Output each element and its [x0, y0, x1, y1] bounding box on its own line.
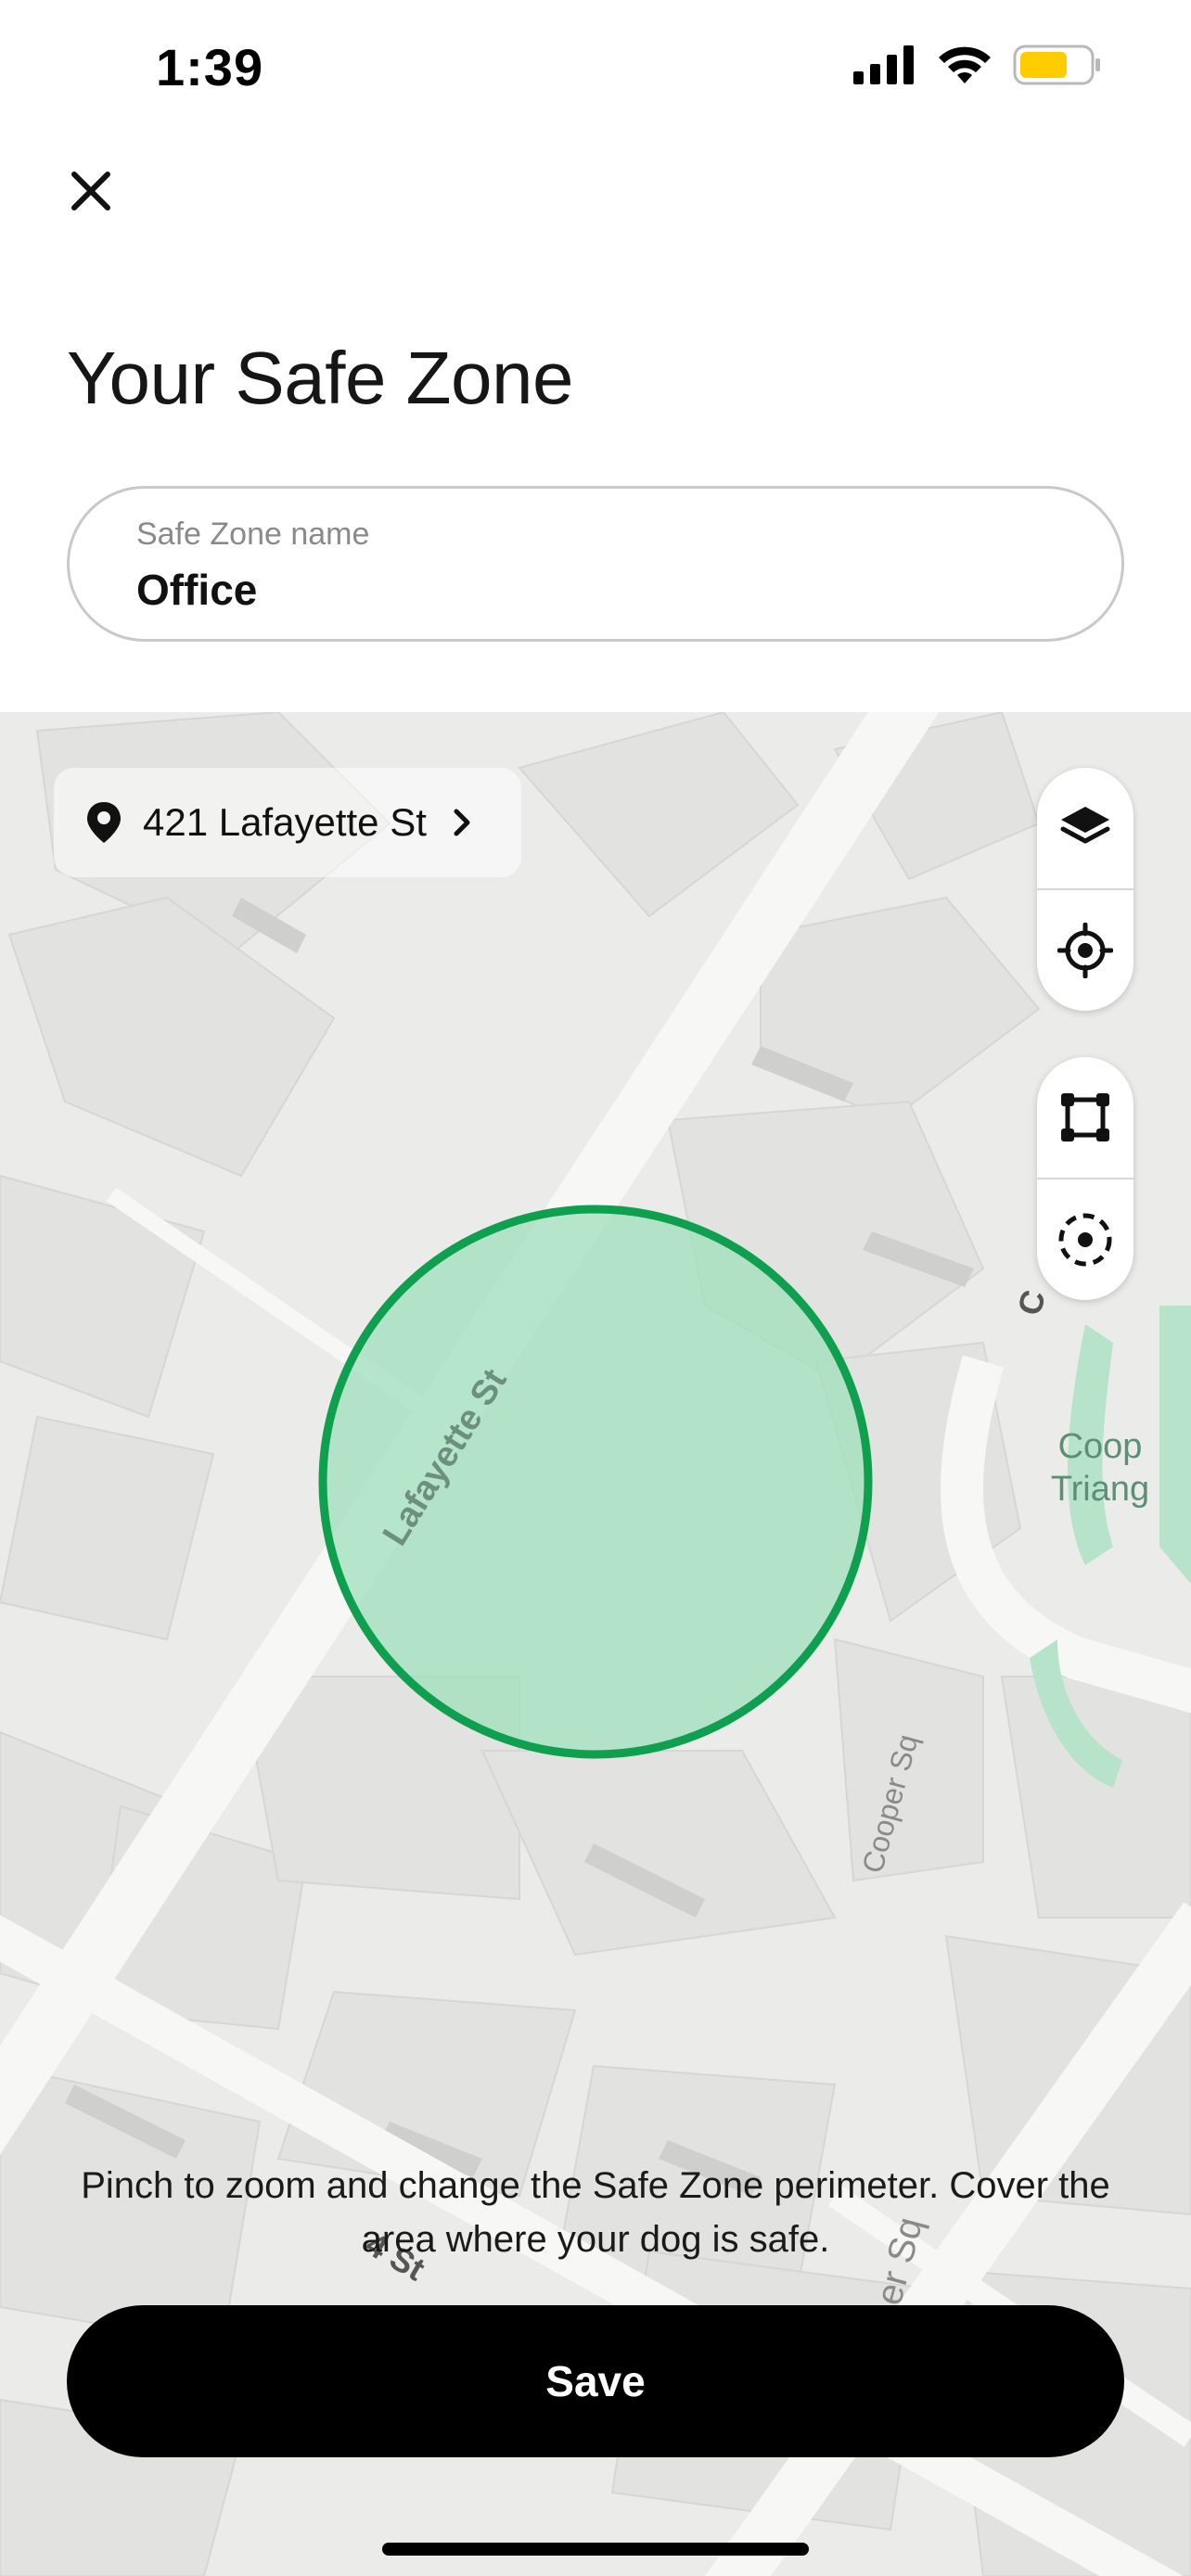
locate-me-button[interactable] [1037, 890, 1133, 1011]
close-icon [71, 172, 110, 210]
map-controls-top [1037, 768, 1133, 1011]
chevron-right-icon [454, 809, 470, 836]
map-view[interactable]: Lafayette St Cooper Sq Cooper Sq Coop Triang… [0, 712, 1191, 2576]
wifi-icon [939, 46, 991, 83]
street-label: Triang [1051, 1470, 1149, 1509]
cellular-signal-icon [853, 45, 914, 84]
status-time: 1:39 [156, 38, 264, 96]
home-indicator [382, 2543, 809, 2556]
safe-zone-name-field[interactable]: Safe Zone name Office [67, 486, 1124, 642]
center-zone-button[interactable] [1037, 1180, 1133, 1300]
polygon-draw-icon [1061, 1093, 1109, 1141]
safe-zone-name-label: Safe Zone name [136, 516, 370, 552]
safe-zone-name-value[interactable]: Office [136, 565, 257, 615]
address-chip[interactable]: 421 Lafayette St [54, 768, 521, 877]
address-text: 421 Lafayette St [143, 800, 427, 844]
battery-icon [1013, 45, 1100, 85]
location-pin-icon [87, 802, 121, 843]
close-button[interactable] [58, 158, 124, 224]
street-label: Coop [1058, 1427, 1143, 1466]
safe-zone-circle [318, 1205, 873, 1759]
map-controls-bottom [1037, 1057, 1133, 1300]
page-title: Your Safe Zone [67, 337, 574, 419]
crosshair-icon [1057, 923, 1113, 978]
map-canvas[interactable]: Lafayette StCooper SqCooper SqCoopTriang… [0, 712, 1191, 2576]
layers-icon [1060, 807, 1110, 844]
status-icons [853, 45, 1102, 85]
instructions-text: Pinch to zoom and change the Safe Zone p… [81, 2165, 1110, 2260]
save-button[interactable]: Save [67, 2305, 1124, 2457]
draw-polygon-button[interactable] [1037, 1057, 1133, 1178]
target-center-icon [1058, 1213, 1112, 1267]
status-bar: 1:39 [0, 0, 1191, 139]
layers-button[interactable] [1037, 768, 1133, 888]
